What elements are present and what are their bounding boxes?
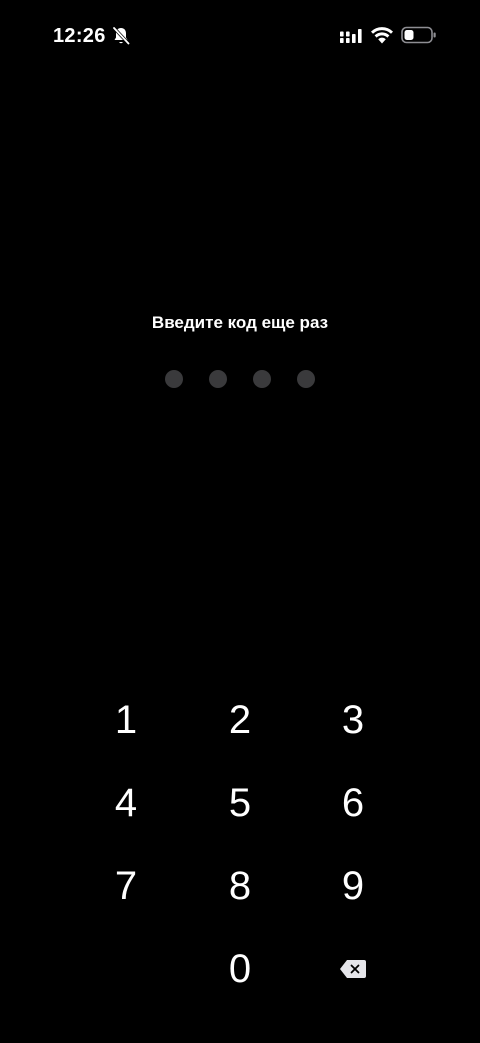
- backspace-button[interactable]: [303, 930, 403, 1008]
- key-3[interactable]: 3: [303, 681, 403, 759]
- key-8[interactable]: 8: [190, 847, 290, 925]
- passcode-dot: [165, 370, 183, 388]
- status-time: 12:26: [53, 25, 106, 47]
- wifi-icon: [371, 27, 393, 44]
- passcode-prompt: Введите код еще раз: [151, 313, 329, 332]
- passcode-dot: [209, 370, 227, 388]
- number-keypad: 1 2 3 4 5 6 7 8 9 0: [0, 680, 480, 1020]
- backspace-icon: [340, 960, 366, 978]
- key-1[interactable]: 1: [76, 681, 176, 759]
- signal-icon: [340, 29, 362, 43]
- key-0[interactable]: 0: [190, 930, 290, 1008]
- key-7[interactable]: 7: [76, 847, 176, 925]
- key-9[interactable]: 9: [303, 847, 403, 925]
- key-5[interactable]: 5: [190, 764, 290, 842]
- passcode-dots: [165, 370, 317, 388]
- key-4[interactable]: 4: [76, 764, 176, 842]
- key-2[interactable]: 2: [190, 681, 290, 759]
- passcode-dot: [297, 370, 315, 388]
- passcode-dot: [253, 370, 271, 388]
- key-6[interactable]: 6: [303, 764, 403, 842]
- battery-icon: [401, 26, 436, 44]
- bell-off-icon: [112, 26, 130, 45]
- status-bar: 12:26: [0, 0, 480, 70]
